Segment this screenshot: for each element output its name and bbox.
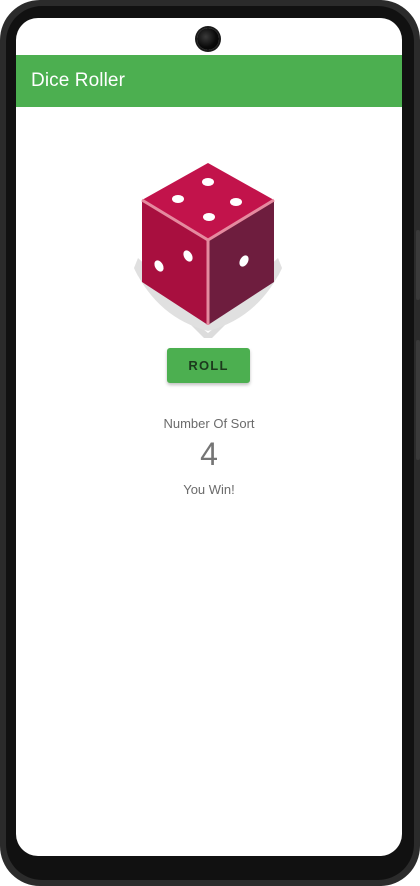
dice-pip	[203, 213, 215, 221]
app-title: Dice Roller	[31, 70, 126, 91]
app-screen: Dice Roller ROLL Number Of Sort 4 You Wi…	[16, 18, 402, 856]
volume-button	[416, 340, 420, 460]
dice-icon	[134, 163, 282, 342]
power-button	[416, 230, 420, 300]
roll-button[interactable]: ROLL	[167, 348, 250, 383]
rolled-number: 4	[200, 436, 218, 472]
dice-pip	[230, 198, 242, 206]
front-camera	[197, 28, 219, 50]
dice-pip	[202, 178, 214, 186]
roll-button-label: ROLL	[188, 358, 229, 373]
app-bar: Dice Roller	[16, 55, 402, 107]
dice-pip	[172, 195, 184, 203]
result-message: You Win!	[183, 482, 235, 497]
number-of-sort-label: Number Of Sort	[163, 416, 255, 431]
dice-image	[128, 158, 288, 342]
